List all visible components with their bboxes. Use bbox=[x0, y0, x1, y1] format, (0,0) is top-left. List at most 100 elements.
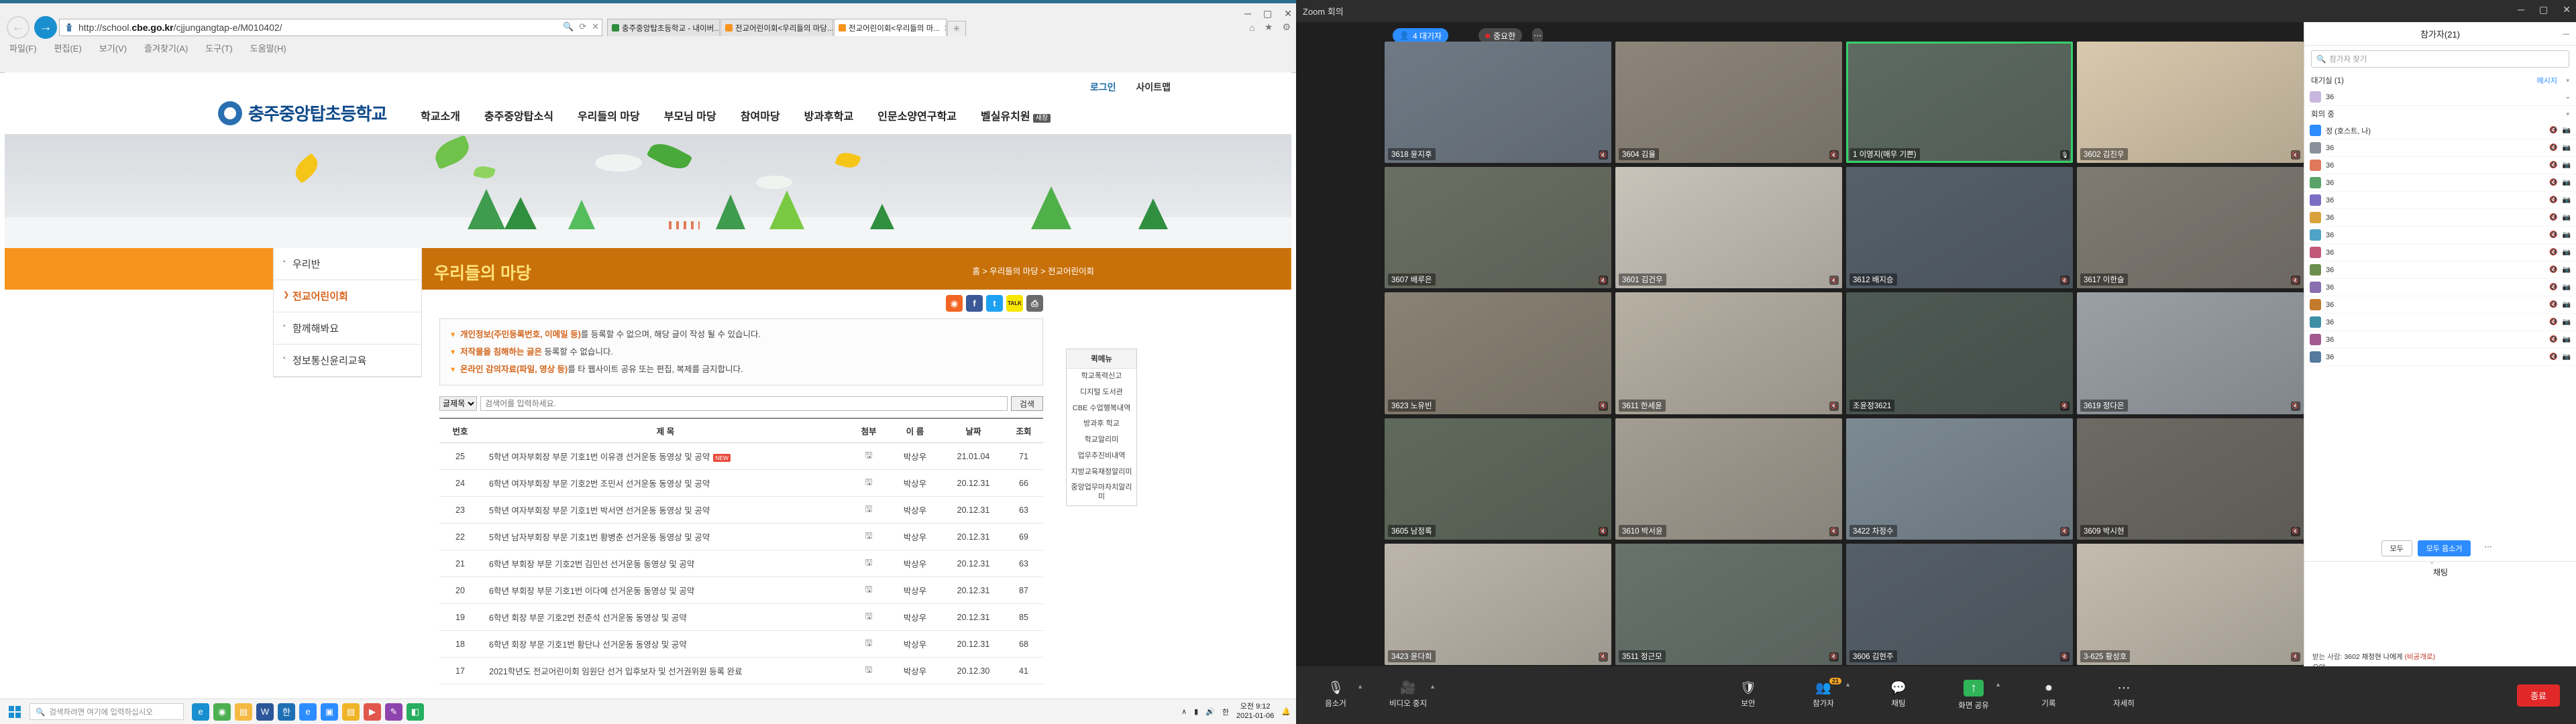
share-screen-button[interactable]: ↑ 화면 공유 ▲ bbox=[1949, 680, 2001, 711]
facebook-icon[interactable]: f bbox=[966, 295, 983, 312]
gnb-item-3[interactable]: 부모님 마당 bbox=[664, 107, 716, 123]
mic-muted-icon[interactable]: 🔇 bbox=[2549, 162, 2557, 169]
menu-tools[interactable]: 도구(T) bbox=[205, 42, 233, 54]
cell-file[interactable]: 🖫 bbox=[850, 523, 888, 551]
camera-off-icon[interactable]: 📷 bbox=[2563, 353, 2571, 361]
video-tile[interactable]: 3422 차정수 🔇 bbox=[1846, 418, 2073, 540]
back-icon[interactable]: ← bbox=[7, 16, 30, 39]
pill-more-button[interactable]: ⋯ bbox=[1532, 28, 1543, 43]
ime-icon[interactable]: 한 bbox=[1222, 707, 1229, 717]
participant-row[interactable]: 36 🔇 📷 bbox=[2304, 296, 2576, 314]
camera-off-icon[interactable]: 📷 bbox=[2563, 196, 2571, 204]
participant-row[interactable]: 36 🔇 📷 bbox=[2304, 174, 2576, 192]
notifications-icon[interactable]: 🔔 bbox=[1281, 707, 1291, 716]
mic-muted-icon[interactable]: 🔇 bbox=[2549, 284, 2557, 291]
search-button[interactable]: 검색 bbox=[1010, 396, 1043, 412]
ie-icon[interactable]: e bbox=[299, 703, 317, 721]
cell-file[interactable]: 🖫 bbox=[850, 657, 888, 685]
sidebar-item-uriban[interactable]: 우리반 bbox=[274, 248, 421, 280]
menu-file[interactable]: 파일(F) bbox=[9, 42, 37, 54]
cell-file[interactable]: 🖫 bbox=[850, 630, 888, 658]
list-item[interactable]: 36 ⌄ bbox=[2304, 88, 2576, 106]
zoom-icon[interactable]: ▣ bbox=[321, 703, 338, 721]
maximize-icon[interactable]: ▢ bbox=[1263, 8, 1272, 19]
video-tile[interactable]: 조윤정3621 🔇 bbox=[1846, 292, 2073, 414]
mic-muted-icon[interactable]: 🔇 bbox=[2549, 196, 2557, 204]
cell-title[interactable]: 6학년 부회장 부문 기호1번 이다예 선거운동 동영상 및 공약 bbox=[481, 577, 850, 605]
taskbar-search-input[interactable]: 🔍 검색하려면 여기에 입력하십시오 bbox=[30, 703, 184, 720]
mic-muted-icon[interactable]: 🔇 bbox=[2549, 301, 2557, 308]
taskbar-clock[interactable]: 오전 9:12 2021-01-06 bbox=[1236, 703, 1274, 721]
quick-menu-item[interactable]: 지방교육재정알리미 bbox=[1067, 465, 1136, 481]
note-icon[interactable]: ◧ bbox=[407, 703, 424, 721]
kakaotalk-icon[interactable]: TALK bbox=[1006, 295, 1023, 312]
mic-muted-icon[interactable]: 🔇 bbox=[2549, 249, 2557, 256]
chevron-up-icon[interactable]: ▲ bbox=[1845, 681, 1851, 688]
camera-off-icon[interactable]: 📷 bbox=[2563, 231, 2571, 239]
participant-row[interactable]: 36 🔇 📷 bbox=[2304, 331, 2576, 349]
hancom-icon[interactable]: 한 bbox=[278, 703, 295, 721]
cell-title[interactable]: 2021학년도 전교어린이회 임원단 선거 입후보자 및 선거권위원 등록 완료 bbox=[481, 657, 850, 685]
chevron-down-icon[interactable]: ▾ bbox=[2566, 77, 2569, 84]
mic-muted-icon[interactable]: 🔇 bbox=[2549, 336, 2557, 343]
twitter-icon[interactable]: t bbox=[986, 295, 1003, 312]
minimize-icon[interactable]: ─ bbox=[2518, 4, 2524, 15]
camera-off-icon[interactable]: 📷 bbox=[2563, 301, 2571, 308]
participant-row[interactable]: 36 🔇 📷 bbox=[2304, 227, 2576, 244]
video-tile[interactable]: 3611 한세윤 🔇 bbox=[1615, 292, 1842, 414]
gnb-item-4[interactable]: 참여마당 bbox=[741, 107, 780, 123]
camera-off-icon[interactable]: 📷 bbox=[2563, 127, 2571, 134]
gnb-item-2[interactable]: 우리들의 마당 bbox=[578, 107, 640, 123]
camera-off-icon[interactable]: 📷 bbox=[2563, 318, 2571, 326]
table-row[interactable]: 25 5학년 여자부회장 부문 기호1번 이유경 선거운동 동영상 및 공약 NEW… bbox=[439, 442, 1043, 471]
cell-title[interactable]: 5학년 여자부회장 부문 기호1번 박서연 선거운동 동영상 및 공약 bbox=[481, 496, 850, 524]
minimize-icon[interactable]: ─ bbox=[1244, 8, 1251, 19]
cell-title[interactable]: 5학년 남자부회장 부문 기호1번 황병춘 선거운동 동영상 및 공약 bbox=[481, 523, 850, 551]
chrome-icon[interactable]: ◉ bbox=[213, 703, 231, 721]
explorer-icon[interactable]: ▤ bbox=[235, 703, 252, 721]
video-tile[interactable]: 3623 노유빈 🔇 bbox=[1385, 292, 1611, 414]
video-tile[interactable]: 3604 김율 🔇 bbox=[1615, 42, 1842, 164]
tools-icon[interactable]: ⚙ bbox=[1282, 21, 1291, 33]
menu-view[interactable]: 보기(V) bbox=[99, 42, 127, 54]
volume-icon[interactable]: 🔊 bbox=[1205, 707, 1215, 716]
sidebar-item-together[interactable]: 함께해봐요 bbox=[274, 312, 421, 345]
video-tile[interactable]: 3619 정다은 🔇 bbox=[2077, 292, 2304, 414]
quick-menu-item[interactable]: 학교알리미 bbox=[1067, 432, 1136, 448]
participant-row[interactable]: 36 🔇 📷 bbox=[2304, 314, 2576, 331]
video-tile[interactable]: 3607 배루은 🔇 bbox=[1385, 167, 1611, 289]
participant-row[interactable]: 정 (호스트, 나) 🔇 📷 bbox=[2304, 122, 2576, 139]
mute-all-button[interactable]: 모두 bbox=[2381, 540, 2412, 556]
minimize-panel-icon[interactable]: ─ bbox=[2563, 29, 2569, 39]
end-meeting-button[interactable]: 종료 bbox=[2517, 684, 2560, 707]
quick-menu-item[interactable]: 방과후 학교 bbox=[1067, 416, 1136, 432]
recording-pill[interactable]: 중요한 bbox=[1479, 28, 1523, 43]
unmute-all-button[interactable]: 모두 음소거 bbox=[2417, 540, 2471, 556]
sidebar-item-ethics[interactable]: 정보통신윤리교육 bbox=[274, 345, 421, 377]
login-link[interactable]: 로그인 bbox=[1090, 80, 1116, 94]
table-row[interactable]: 21 6학년 부회장 부문 기호2번 김민선 선거운동 동영상 및 공약 🖫 박상우 2… bbox=[439, 550, 1043, 578]
video-button[interactable]: 🎥 비디오 중지 ▲ bbox=[1383, 682, 1436, 709]
sidebar-item-student-council[interactable]: 전교어린이회 bbox=[274, 280, 421, 312]
network-icon[interactable]: ▮ bbox=[1194, 707, 1198, 716]
chevron-down-icon[interactable]: ▾ bbox=[2566, 111, 2569, 118]
table-row[interactable]: 17 2021학년도 전교어린이회 임원단 선거 입후보자 및 선거권위원 등록 … bbox=[439, 657, 1043, 685]
table-row[interactable]: 18 6학년 회장 부문 기호1번 황단나 선거운동 동영상 및 공약 🖫 박상우 20… bbox=[439, 630, 1043, 658]
camera-off-icon[interactable]: 📷 bbox=[2563, 284, 2571, 291]
mute-button[interactable]: 🎙 음소거 ▲ bbox=[1311, 682, 1363, 709]
video-tile[interactable]: 3617 이한슬 🔇 bbox=[2077, 167, 2304, 289]
waiting-room-message-link[interactable]: 메시지 bbox=[2537, 75, 2557, 86]
edge-icon[interactable]: e bbox=[192, 703, 209, 721]
video-tile[interactable]: 3-625 황성호 🔇 bbox=[2077, 543, 2304, 665]
mic-muted-icon[interactable]: 🔇 bbox=[2549, 353, 2557, 361]
menu-favorites[interactable]: 즐겨찾기(A) bbox=[144, 42, 188, 54]
camera-off-icon[interactable]: 📷 bbox=[2563, 144, 2571, 152]
folder-icon[interactable]: ▤ bbox=[342, 703, 360, 721]
cell-title[interactable]: 6학년 회장 부문 기호2번 전준석 선거운동 동영상 및 공약 bbox=[481, 603, 850, 631]
search-input[interactable] bbox=[480, 396, 1008, 412]
close-tab-icon[interactable]: ✕ bbox=[944, 23, 946, 33]
video-tile[interactable]: 3602 김진우 🔇 bbox=[2077, 42, 2304, 164]
camera-off-icon[interactable]: 📷 bbox=[2563, 179, 2571, 186]
address-bar[interactable]: http://school.cbe.go.kr/cjjungangtap-e/M… bbox=[59, 19, 602, 36]
gnb-item-6[interactable]: 인문소양연구학교 bbox=[877, 107, 957, 123]
